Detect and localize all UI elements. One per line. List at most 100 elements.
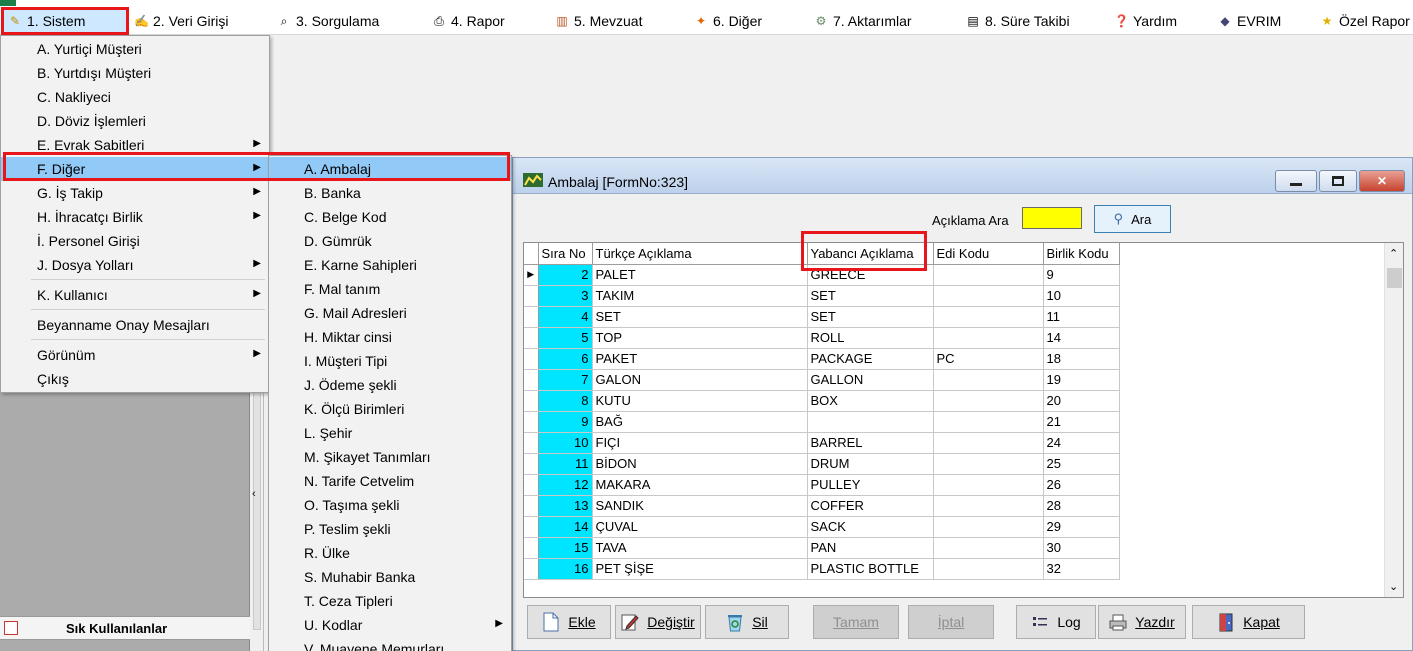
cell-turkce-aciklama[interactable]: TOP xyxy=(592,327,808,349)
cell-birlik-kodu[interactable]: 24 xyxy=(1043,432,1120,454)
diger-menu-item-15[interactable]: P. Teslim şekli xyxy=(269,517,511,541)
cell-edi-kodu[interactable] xyxy=(933,558,1044,580)
cell-yabanci-aciklama[interactable]: COFFER xyxy=(807,495,934,517)
cell-yabanci-aciklama[interactable]: PULLEY xyxy=(807,474,934,496)
diger-menu-item-18[interactable]: T. Ceza Tipleri xyxy=(269,589,511,613)
diger-menu-item-5[interactable]: F. Mal tanım xyxy=(269,277,511,301)
cell-edi-kodu[interactable] xyxy=(933,369,1044,391)
row-indicator[interactable] xyxy=(524,369,539,391)
menu-sorgulama[interactable]: ⌕ 3. Sorgulama xyxy=(273,10,383,32)
menu-aktarimlar[interactable]: ⚙ 7. Aktarımlar xyxy=(810,10,916,32)
cell-turkce-aciklama[interactable]: BAĞ xyxy=(592,411,808,433)
table-row[interactable]: 16 PET ŞİŞE PLASTIC BOTTLE 32 xyxy=(524,558,1120,580)
header-turkce-aciklama[interactable]: Türkçe Açıklama xyxy=(592,243,808,265)
cell-edi-kodu[interactable] xyxy=(933,327,1044,349)
menu-yardim[interactable]: ❓ Yardım xyxy=(1110,10,1181,32)
diger-menu-item-7[interactable]: H. Miktar cinsi xyxy=(269,325,511,349)
sistem-menu-item-0[interactable]: A. Yurtiçi Müşteri xyxy=(1,37,269,61)
sistem-menu-item-6[interactable]: G. İş Takip ▶ xyxy=(1,181,269,205)
table-row[interactable]: 14 ÇUVAL SACK 29 xyxy=(524,516,1120,538)
window-titlebar[interactable]: Ambalaj [FormNo:323] ✕ xyxy=(513,158,1412,194)
cell-sira-no[interactable]: 3 xyxy=(538,285,593,307)
cell-edi-kodu[interactable] xyxy=(933,306,1044,328)
diger-menu-item-1[interactable]: B. Banka xyxy=(269,181,511,205)
header-sira-no[interactable]: Sıra No xyxy=(538,243,593,265)
header-edi-kodu[interactable]: Edi Kodu xyxy=(933,243,1044,265)
cell-birlik-kodu[interactable]: 20 xyxy=(1043,390,1120,412)
cell-sira-no[interactable]: 9 xyxy=(538,411,593,433)
cell-turkce-aciklama[interactable]: FIÇI xyxy=(592,432,808,454)
menu-rapor[interactable]: ⎙ 4. Rapor xyxy=(428,10,509,32)
cell-yabanci-aciklama[interactable]: GALLON xyxy=(807,369,934,391)
sistem-menu-item-2[interactable]: C. Nakliyeci xyxy=(1,85,269,109)
menu-sistem[interactable]: ✎ 1. Sistem xyxy=(1,7,129,35)
menu-veri-girisi[interactable]: ✍ 2. Veri Girişi xyxy=(130,10,232,32)
sistem-menu-item-13[interactable]: Çıkış xyxy=(1,367,269,391)
cell-edi-kodu[interactable] xyxy=(933,537,1044,559)
cell-edi-kodu[interactable] xyxy=(933,432,1044,454)
diger-menu-item-6[interactable]: G. Mail Adresleri xyxy=(269,301,511,325)
cell-sira-no[interactable]: 15 xyxy=(538,537,593,559)
diger-menu-item-12[interactable]: M. Şikayet Tanımları xyxy=(269,445,511,469)
chevron-left-icon[interactable]: ‹ xyxy=(252,488,256,500)
sik-kullanilanlar-bar[interactable]: Sık Kullanılanlar xyxy=(0,616,250,640)
cell-yabanci-aciklama[interactable]: BOX xyxy=(807,390,934,412)
cell-edi-kodu[interactable] xyxy=(933,516,1044,538)
table-row[interactable]: 11 BİDON DRUM 25 xyxy=(524,453,1120,475)
cell-sira-no[interactable]: 10 xyxy=(538,432,593,454)
row-indicator[interactable] xyxy=(524,411,539,433)
cell-birlik-kodu[interactable]: 9 xyxy=(1043,264,1120,286)
scroll-down-icon[interactable]: ⌄ xyxy=(1389,580,1398,593)
diger-menu-item-11[interactable]: L. Şehir xyxy=(269,421,511,445)
cell-edi-kodu[interactable] xyxy=(933,390,1044,412)
menu-ozel-rapor[interactable]: ★ Özel Rapor xyxy=(1316,10,1413,32)
search-input[interactable] xyxy=(1022,207,1082,229)
table-row[interactable]: 7 GALON GALLON 19 xyxy=(524,369,1120,391)
cell-sira-no[interactable]: 6 xyxy=(538,348,593,370)
cell-sira-no[interactable]: 7 xyxy=(538,369,593,391)
cell-sira-no[interactable]: 8 xyxy=(538,390,593,412)
cell-yabanci-aciklama[interactable]: SACK xyxy=(807,516,934,538)
table-row[interactable]: 8 KUTU BOX 20 xyxy=(524,390,1120,412)
cell-edi-kodu[interactable]: PC xyxy=(933,348,1044,370)
table-row[interactable]: 12 MAKARA PULLEY 26 xyxy=(524,474,1120,496)
cell-yabanci-aciklama[interactable]: BARREL xyxy=(807,432,934,454)
cell-sira-no[interactable]: 14 xyxy=(538,516,593,538)
maximize-button[interactable] xyxy=(1319,170,1357,192)
sistem-menu-item-12[interactable]: Görünüm ▶ xyxy=(1,343,269,367)
cell-sira-no[interactable]: 13 xyxy=(538,495,593,517)
cell-edi-kodu[interactable] xyxy=(933,495,1044,517)
scroll-up-icon[interactable]: ⌃ xyxy=(1389,247,1398,260)
cell-edi-kodu[interactable] xyxy=(933,264,1044,286)
cell-sira-no[interactable]: 11 xyxy=(538,453,593,475)
menu-sure-takibi[interactable]: ▤ 8. Süre Takibi xyxy=(962,10,1074,32)
ekle-button[interactable]: Ekle xyxy=(527,605,611,639)
row-indicator[interactable] xyxy=(524,537,539,559)
log-button[interactable]: Log xyxy=(1016,605,1096,639)
cell-edi-kodu[interactable] xyxy=(933,411,1044,433)
diger-menu-item-17[interactable]: S. Muhabir Banka xyxy=(269,565,511,589)
ara-button[interactable]: ⚲ Ara xyxy=(1094,205,1171,233)
degistir-button[interactable]: Değiştir xyxy=(615,605,701,639)
cell-yabanci-aciklama[interactable]: PLASTIC BOTTLE xyxy=(807,558,934,580)
diger-menu-item-19[interactable]: U. Kodlar ▶ xyxy=(269,613,511,637)
cell-birlik-kodu[interactable]: 26 xyxy=(1043,474,1120,496)
cell-yabanci-aciklama[interactable]: PACKAGE xyxy=(807,348,934,370)
sistem-menu-item-9[interactable]: J. Dosya Yolları ▶ xyxy=(1,253,269,277)
cell-turkce-aciklama[interactable]: BİDON xyxy=(592,453,808,475)
cell-birlik-kodu[interactable]: 25 xyxy=(1043,453,1120,475)
cell-edi-kodu[interactable] xyxy=(933,285,1044,307)
tamam-button[interactable]: Tamam xyxy=(813,605,899,639)
table-row[interactable]: 13 SANDIK COFFER 28 xyxy=(524,495,1120,517)
cell-birlik-kodu[interactable]: 11 xyxy=(1043,306,1120,328)
splitter-bar[interactable] xyxy=(253,380,261,630)
cell-sira-no[interactable]: 16 xyxy=(538,558,593,580)
cell-birlik-kodu[interactable]: 19 xyxy=(1043,369,1120,391)
cell-turkce-aciklama[interactable]: SANDIK xyxy=(592,495,808,517)
menu-evrim[interactable]: ◆ EVRIM xyxy=(1214,10,1285,32)
cell-sira-no[interactable]: 4 xyxy=(538,306,593,328)
kapat-button[interactable]: Kapat xyxy=(1192,605,1305,639)
row-indicator[interactable] xyxy=(524,432,539,454)
cell-birlik-kodu[interactable]: 10 xyxy=(1043,285,1120,307)
cell-turkce-aciklama[interactable]: SET xyxy=(592,306,808,328)
